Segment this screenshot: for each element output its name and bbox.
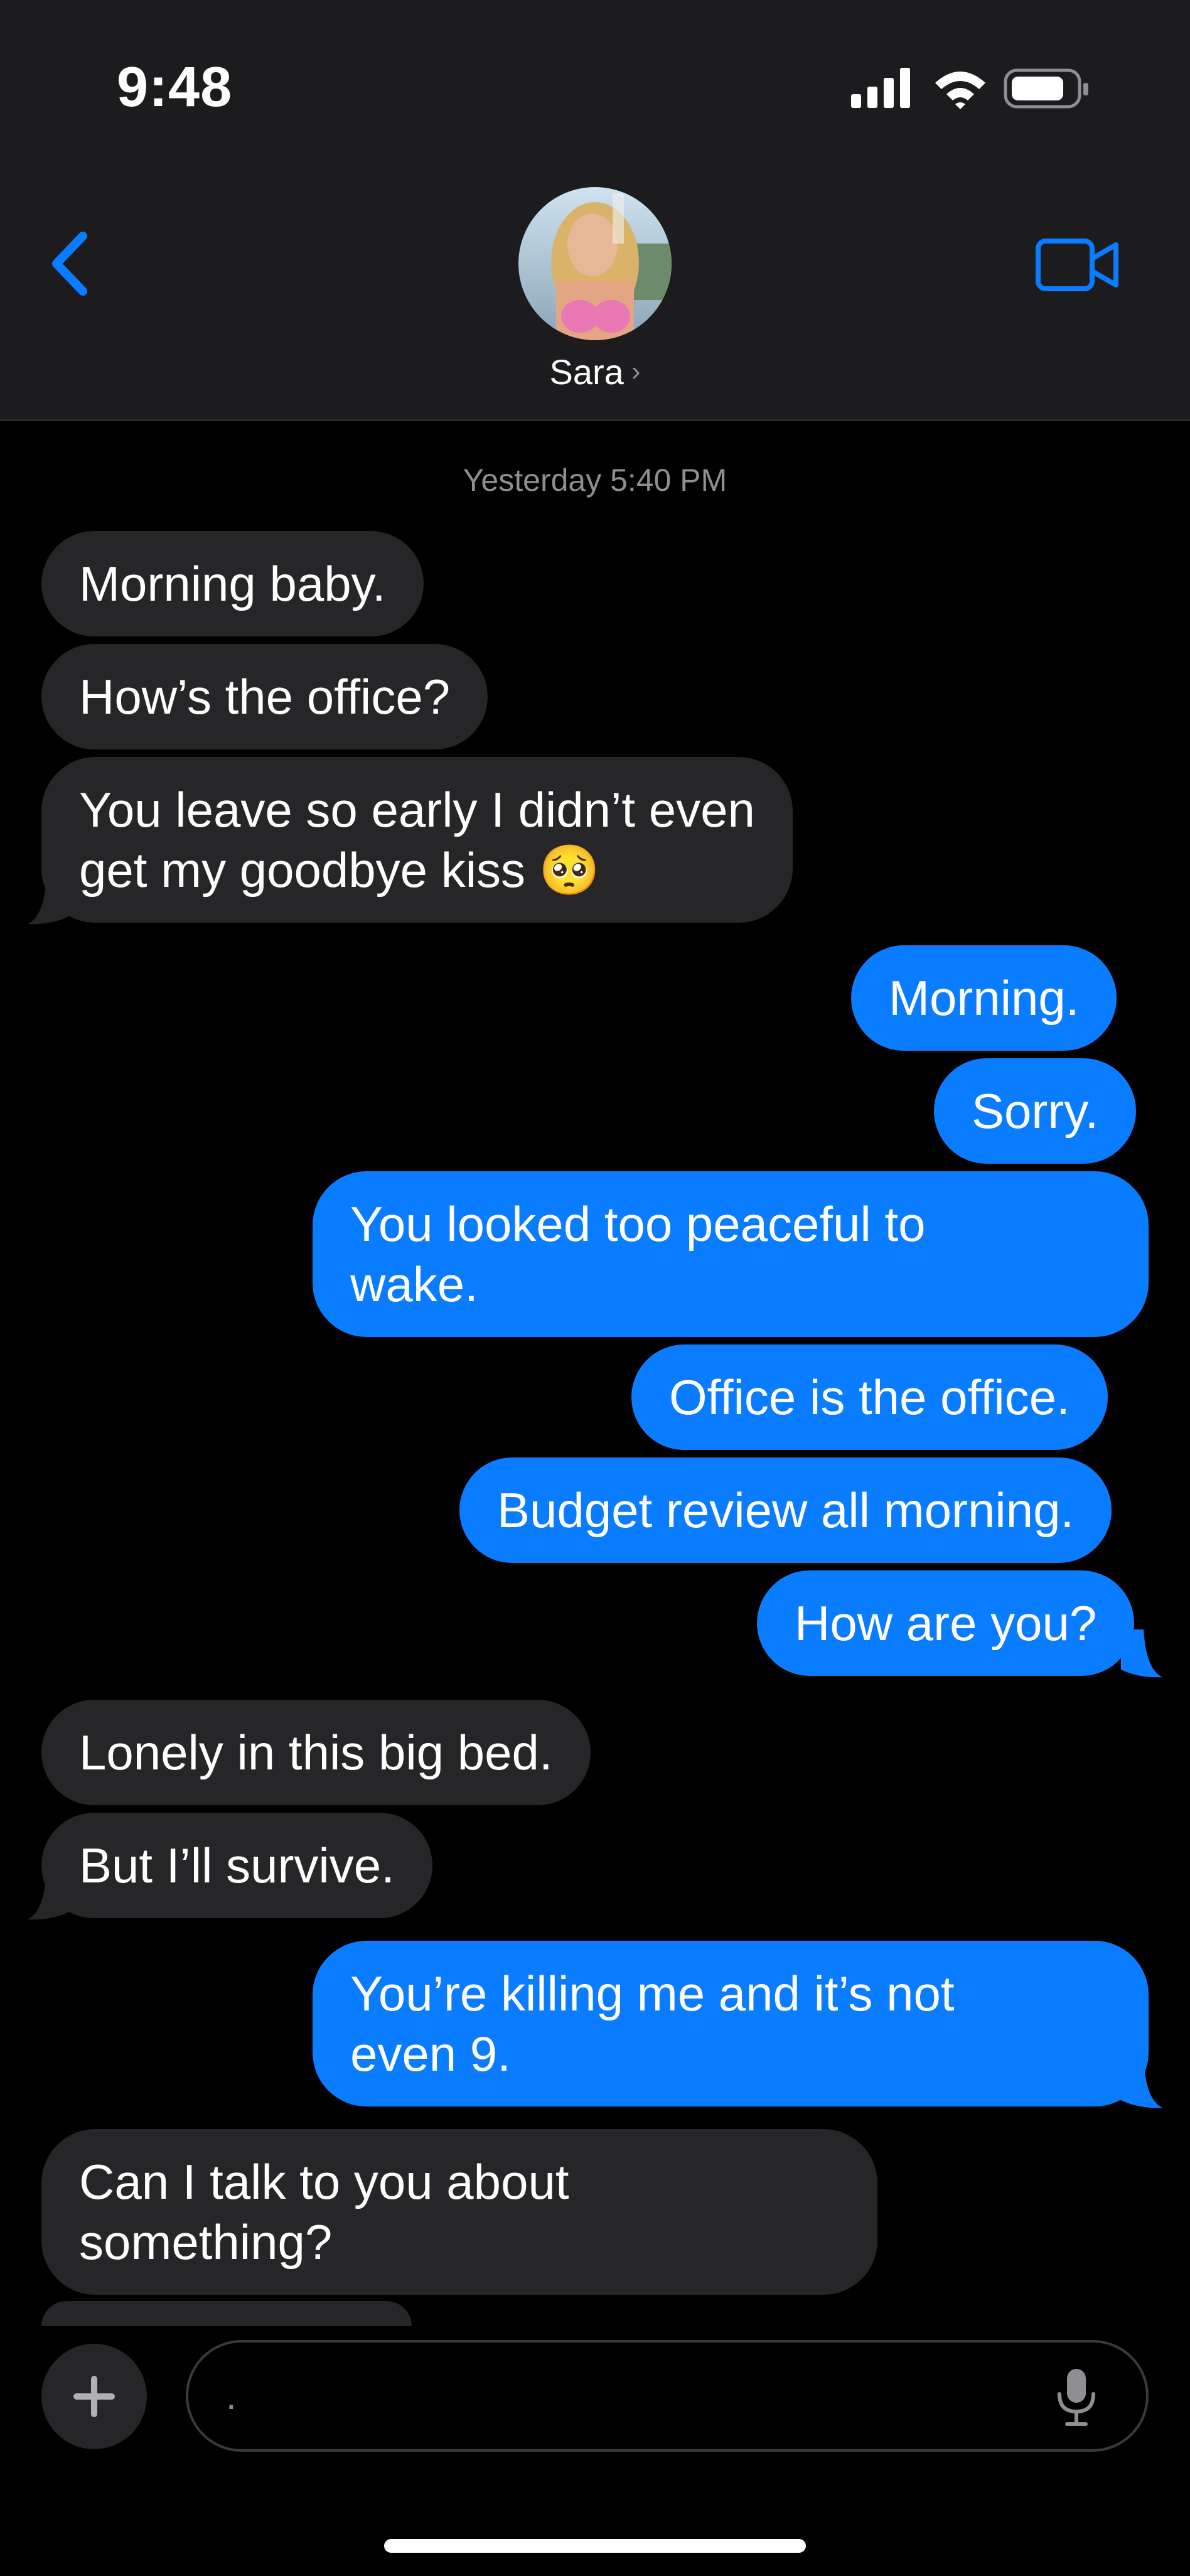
message-text: Morning baby. — [79, 556, 386, 611]
message-text: You leave so early I didn’t even get my … — [79, 782, 755, 898]
message-bubble-incoming-partial — [41, 2301, 412, 2326]
message-text: But I’ll survive. — [79, 1838, 395, 1893]
message-text: You’re killing me and it’s not even 9. — [350, 1966, 955, 2081]
message-bubble-outgoing[interactable]: Morning. — [851, 945, 1117, 1051]
contact-avatar[interactable] — [518, 187, 672, 340]
contact-name: Sara — [549, 352, 624, 392]
status-icons — [851, 68, 1088, 109]
message-text: How’s the office? — [79, 669, 451, 724]
message-bubble-incoming[interactable]: Morning baby. — [41, 531, 424, 636]
message-text: Morning. — [889, 970, 1080, 1026]
video-call-button[interactable] — [1034, 233, 1122, 296]
add-attachment-button[interactable] — [41, 2344, 147, 2449]
bubble-tail — [1121, 2060, 1162, 2108]
status-time: 9:48 — [117, 56, 233, 119]
battery-icon — [1004, 68, 1088, 109]
message-bubble-incoming[interactable]: Lonely in this big bed. — [41, 1700, 591, 1805]
video-camera-icon — [1036, 239, 1118, 291]
pleading-face-emoji: 🥺 — [539, 842, 600, 898]
bubble-tail — [1121, 1629, 1162, 1678]
message-bubble-incoming[interactable]: You leave so early I didn’t even get my … — [41, 757, 793, 923]
message-text: Office is the office. — [669, 1370, 1070, 1425]
cellular-signal-icon — [851, 68, 910, 108]
chevron-left-icon — [52, 232, 87, 296]
message-text: Sorry. — [972, 1083, 1099, 1139]
back-button[interactable] — [38, 220, 107, 308]
message-bubble-outgoing[interactable]: Budget review all morning. — [459, 1457, 1112, 1563]
wifi-icon — [935, 72, 985, 109]
message-text: Lonely in this big bed. — [79, 1725, 553, 1780]
message-bubble-incoming[interactable]: Can I talk to you about something? — [41, 2129, 877, 2295]
microphone-icon[interactable] — [1054, 2366, 1098, 2427]
message-bubble-incoming[interactable]: How’s the office? — [41, 644, 488, 749]
message-input[interactable] — [186, 2340, 1149, 2452]
message-bubble-outgoing[interactable]: How are you? — [757, 1570, 1135, 1676]
plus-icon — [73, 2376, 115, 2417]
chevron-right-icon: › — [631, 356, 641, 387]
message-text: Can I talk to you about something? — [79, 2154, 569, 2270]
message-bubble-outgoing[interactable]: Sorry. — [934, 1058, 1137, 1164]
message-bubble-outgoing[interactable]: You’re killing me and it’s not even 9. — [313, 1941, 1149, 2106]
message-bubble-outgoing[interactable]: You looked too peaceful to wake. — [313, 1171, 1149, 1337]
contact-name-button[interactable]: Sara › — [0, 352, 1190, 392]
conversation-header: 9:48 Sara › — [0, 0, 1190, 421]
bubble-tail — [28, 879, 69, 925]
bubble-tail — [28, 1872, 69, 1920]
message-text: How are you? — [795, 1596, 1097, 1651]
message-text: Budget review all morning. — [497, 1483, 1075, 1538]
message-bubble-outgoing[interactable]: Office is the office. — [631, 1344, 1108, 1450]
message-bubble-incoming[interactable]: But I’ll survive. — [41, 1813, 432, 1918]
message-timestamp: Yesterday 5:40 PM — [463, 463, 727, 498]
message-text: You looked too peaceful to wake. — [350, 1196, 926, 1312]
home-indicator — [384, 2539, 806, 2553]
